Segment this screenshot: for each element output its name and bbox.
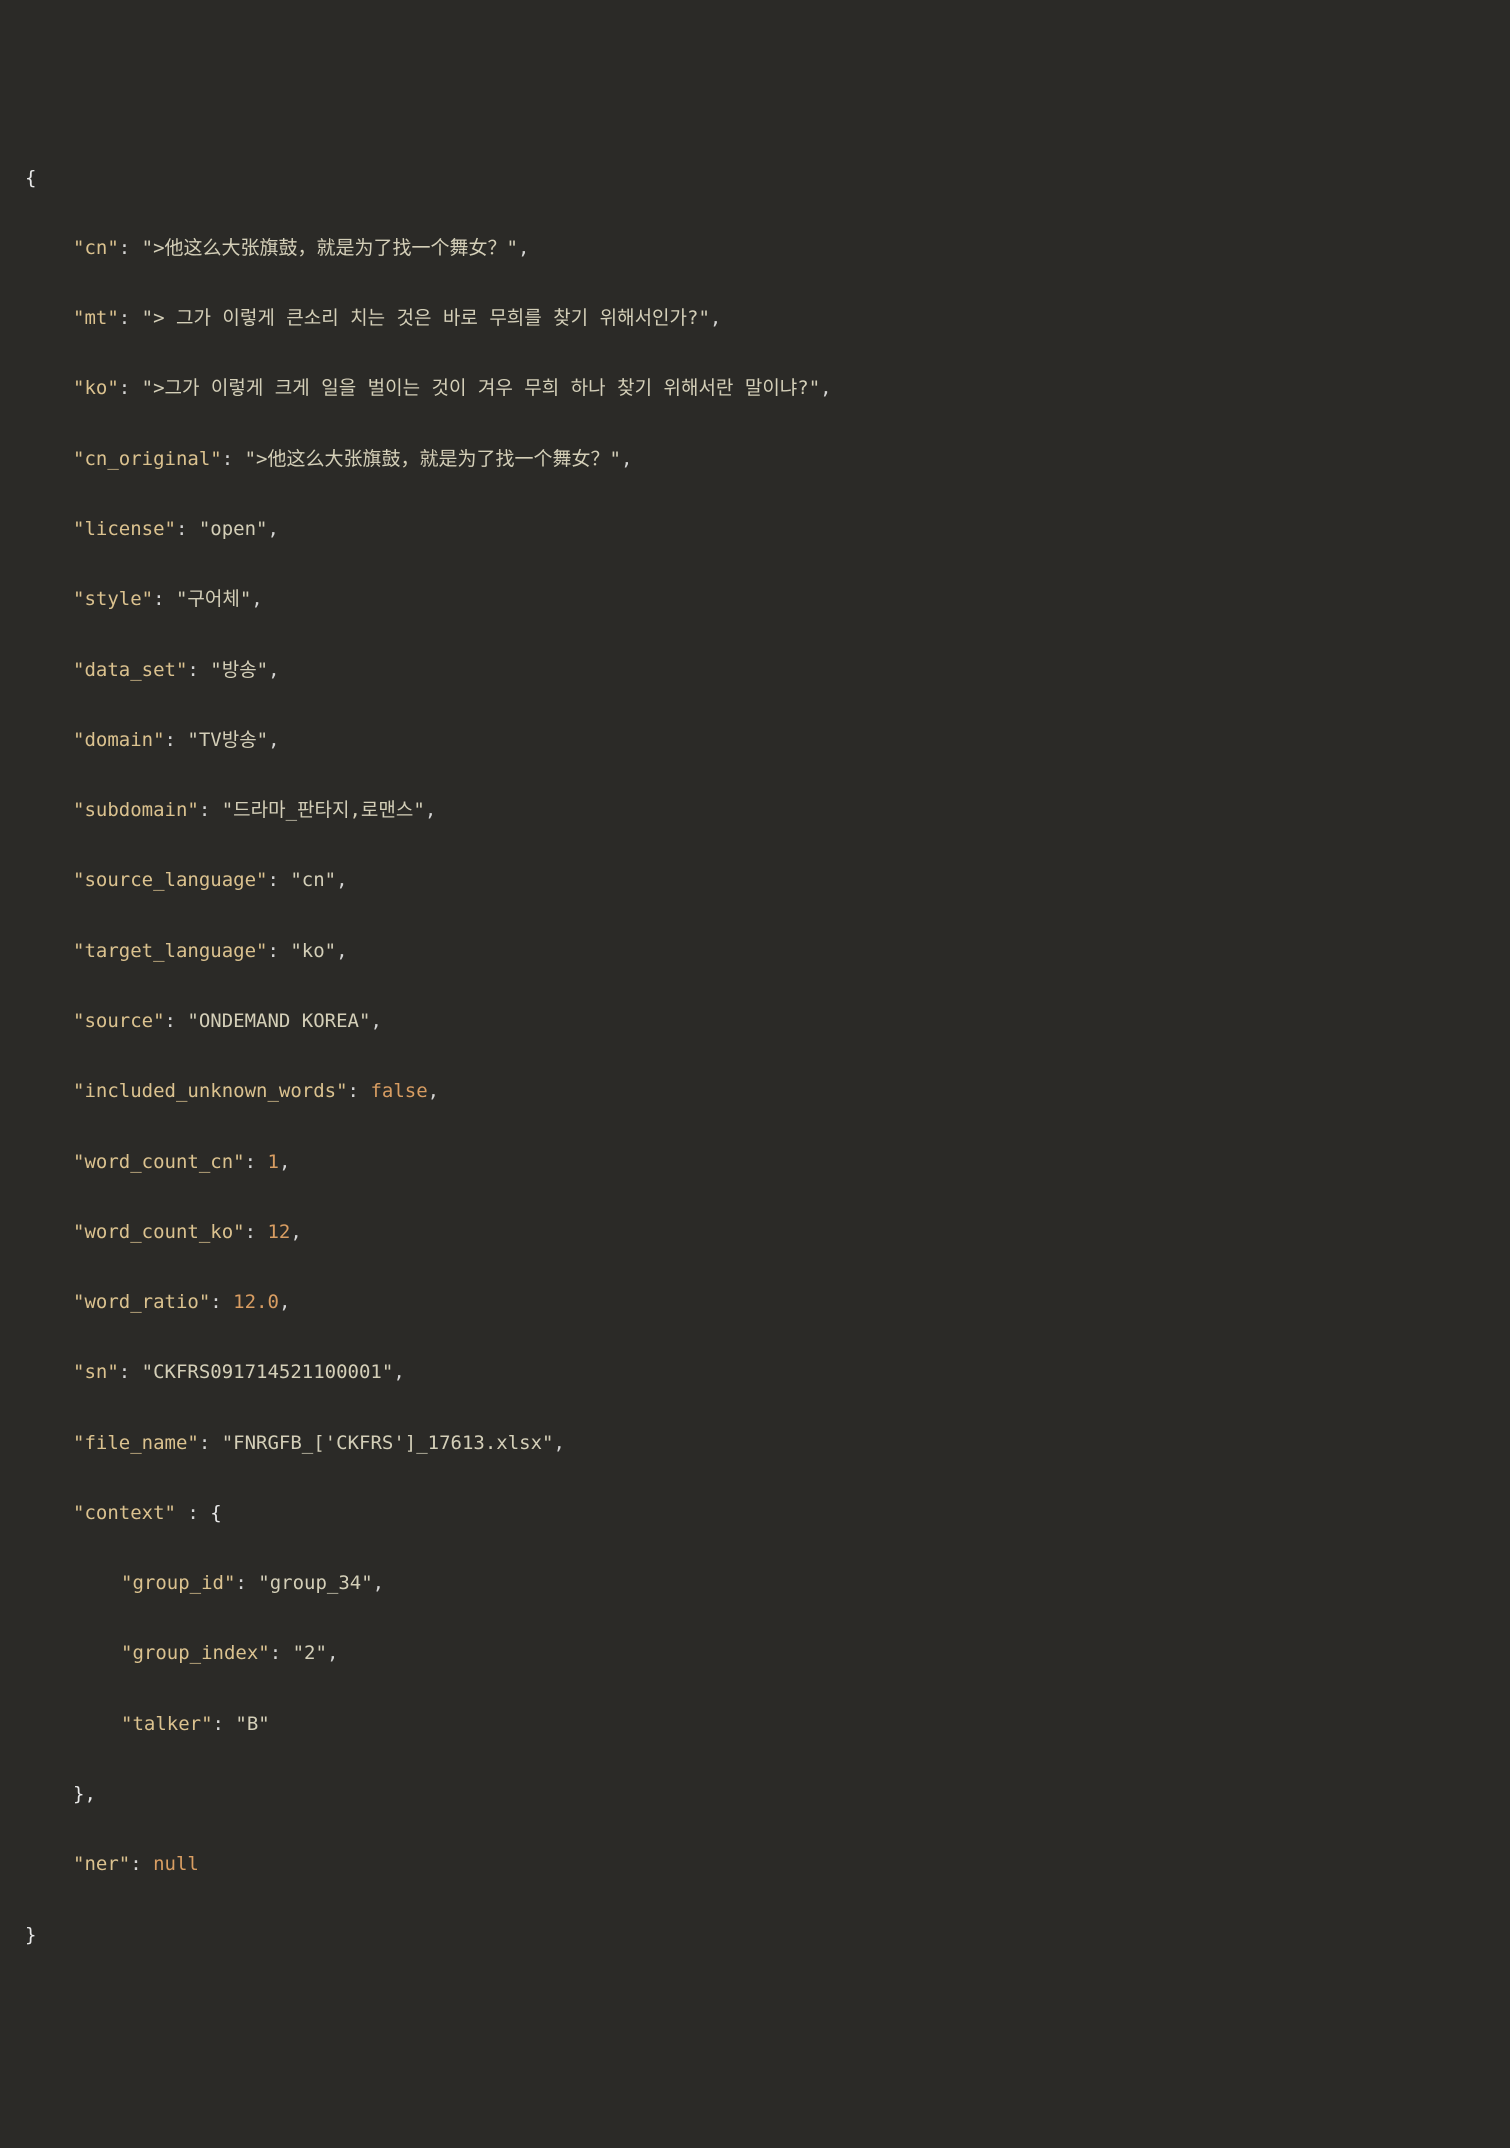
key-talker: "talker": [121, 1713, 213, 1735]
key-ko: "ko": [73, 377, 119, 399]
val-word-ratio: 12.0: [233, 1291, 279, 1313]
comma: ,: [268, 729, 279, 751]
val-style: "구어체": [176, 588, 251, 610]
colon: :: [130, 1853, 153, 1875]
key-ner: "ner": [73, 1853, 130, 1875]
val-word-count-cn: 1: [267, 1151, 278, 1173]
val-talker: "B": [235, 1713, 269, 1735]
key-source: "source": [73, 1010, 165, 1032]
colon: :: [187, 659, 210, 681]
comma: ,: [553, 1432, 564, 1454]
colon: :: [210, 1291, 233, 1313]
colon: :: [119, 307, 142, 329]
val-mt: "> 그가 이렇게 큰소리 치는 것은 바로 무희를 찾기 위해서인가?": [142, 307, 710, 329]
val-group-id: "group_34": [258, 1572, 372, 1594]
comma: ,: [428, 1080, 439, 1102]
key-word-count-ko: "word_count_ko": [73, 1221, 245, 1243]
colon: :: [213, 1713, 236, 1735]
open-brace: {: [210, 1502, 221, 1524]
val-cn: ">他这么大张旗鼓，就是为了找一个舞女？": [142, 237, 518, 259]
val-included-unknown-words: false: [370, 1080, 427, 1102]
comma: ,: [290, 1221, 301, 1243]
key-included-unknown-words: "included_unknown_words": [73, 1080, 348, 1102]
key-word-count-cn: "word_count_cn": [73, 1151, 245, 1173]
key-mt: "mt": [73, 307, 119, 329]
val-file-name: "FNRGFB_['CKFRS']_17613.xlsx": [222, 1432, 554, 1454]
key-target-language: "target_language": [73, 940, 267, 962]
comma: ,: [268, 659, 279, 681]
val-target-language: "ko": [290, 940, 336, 962]
comma: ,: [279, 1151, 290, 1173]
colon: :: [119, 237, 142, 259]
key-style: "style": [73, 588, 153, 610]
comma: ,: [267, 518, 278, 540]
key-subdomain: "subdomain": [73, 799, 199, 821]
comma: ,: [621, 448, 632, 470]
colon: :: [245, 1151, 268, 1173]
comma: ,: [820, 377, 831, 399]
val-license: "open": [199, 518, 268, 540]
key-file-name: "file_name": [73, 1432, 199, 1454]
val-cn-original: ">他这么大张旗鼓，就是为了找一个舞女？": [245, 448, 621, 470]
key-license: "license": [73, 518, 176, 540]
colon: :: [165, 729, 188, 751]
comma: ,: [336, 869, 347, 891]
comma: ,: [327, 1642, 338, 1664]
key-sn: "sn": [73, 1361, 119, 1383]
colon: :: [176, 1502, 210, 1524]
val-data-set: "방송": [210, 659, 268, 681]
colon: :: [348, 1080, 371, 1102]
comma: ,: [373, 1572, 384, 1594]
colon: :: [199, 1432, 222, 1454]
colon: :: [270, 1642, 293, 1664]
comma: ,: [710, 307, 721, 329]
comma: ,: [251, 588, 262, 610]
key-source-language: "source_language": [73, 869, 267, 891]
val-ner: null: [153, 1853, 199, 1875]
colon: :: [267, 869, 290, 891]
colon: :: [235, 1572, 258, 1594]
val-ko: ">그가 이렇게 크게 일을 벌이는 것이 겨우 무희 하나 찾기 위해서란 말…: [142, 377, 821, 399]
comma: ,: [393, 1361, 404, 1383]
val-word-count-ko: 12: [267, 1221, 290, 1243]
key-group-index: "group_index": [121, 1642, 270, 1664]
comma: ,: [518, 237, 529, 259]
close-brace: }: [25, 1924, 36, 1946]
key-group-id: "group_id": [121, 1572, 235, 1594]
colon: :: [119, 1361, 142, 1383]
colon: :: [153, 588, 176, 610]
open-brace: {: [25, 167, 36, 189]
colon: :: [119, 377, 142, 399]
comma: ,: [425, 799, 436, 821]
colon: :: [245, 1221, 268, 1243]
key-data-set: "data_set": [73, 659, 187, 681]
comma: ,: [370, 1010, 381, 1032]
close-brace-comma: },: [73, 1783, 96, 1805]
colon: :: [165, 1010, 188, 1032]
val-domain: "TV방송": [187, 729, 268, 751]
colon: :: [267, 940, 290, 962]
comma: ,: [336, 940, 347, 962]
val-group-index: "2": [293, 1642, 327, 1664]
colon: :: [222, 448, 245, 470]
key-context: "context": [73, 1502, 176, 1524]
val-subdomain: "드라마_판타지,로맨스": [222, 799, 425, 821]
val-source-language: "cn": [290, 869, 336, 891]
comma: ,: [279, 1291, 290, 1313]
colon: :: [199, 799, 222, 821]
key-cn-original: "cn_original": [73, 448, 222, 470]
val-source: "ONDEMAND KOREA": [187, 1010, 370, 1032]
colon: :: [176, 518, 199, 540]
key-cn: "cn": [73, 237, 119, 259]
val-sn: "CKFRS091714521100001": [142, 1361, 394, 1383]
key-word-ratio: "word_ratio": [73, 1291, 210, 1313]
key-domain: "domain": [73, 729, 165, 751]
